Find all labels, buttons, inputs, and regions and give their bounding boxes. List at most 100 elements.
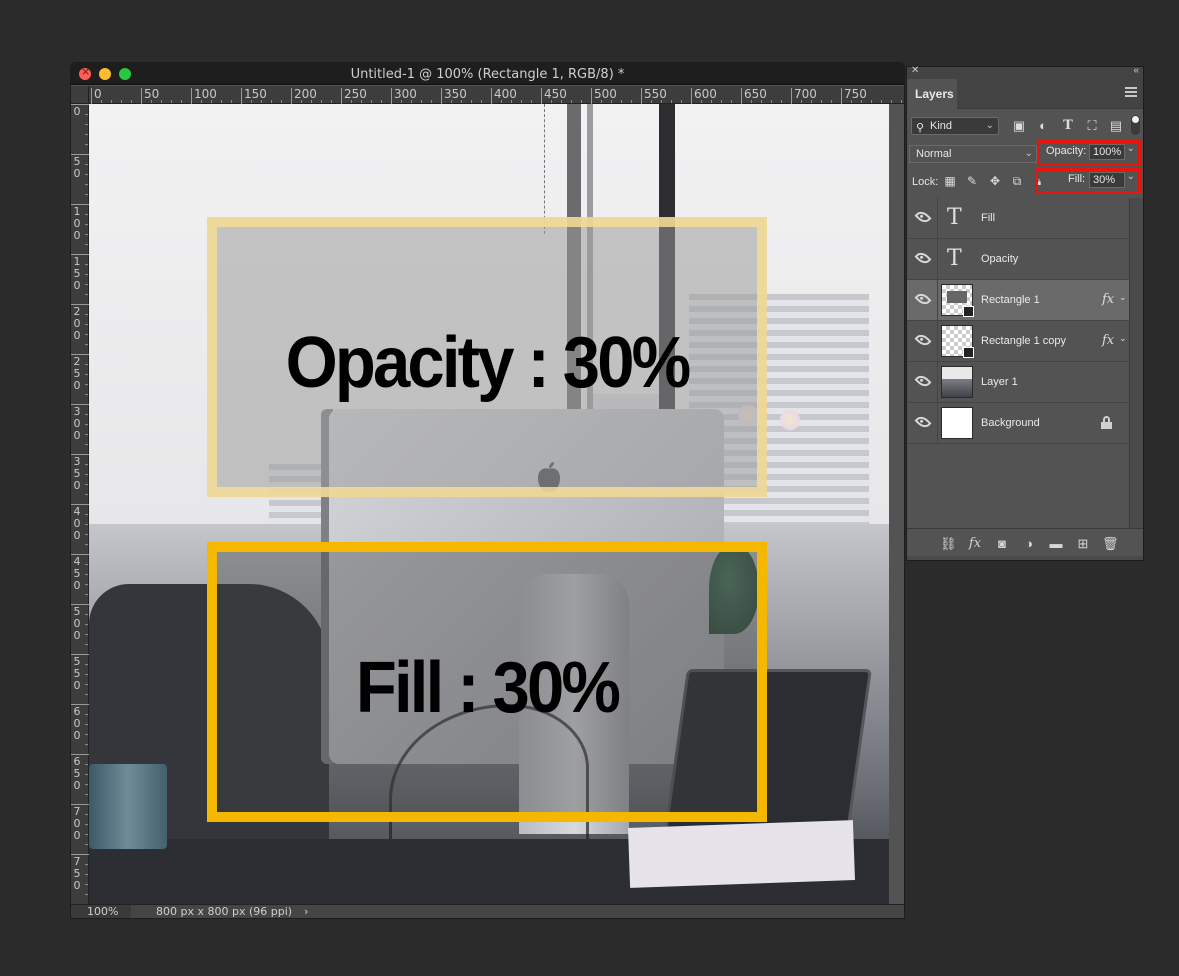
layer-name[interactable]: Layer 1 xyxy=(981,376,1018,388)
layer-row-rectangle-1[interactable]: Rectangle 1 fx ⌄ xyxy=(907,280,1129,321)
layer-effects-icon[interactable]: fx xyxy=(1102,333,1114,348)
collapse-panel-icon[interactable]: « xyxy=(1133,65,1139,76)
panel-tab-row: Layers xyxy=(907,79,1143,109)
background-layer-thumbnail[interactable] xyxy=(941,407,973,439)
link-layers-icon[interactable]: ⛓ xyxy=(940,536,957,552)
layer-effects-icon[interactable]: fx xyxy=(1102,292,1114,307)
panel-footer: ⛓ fx ◙ ◑ ▬ ⊞ 🗑︎ xyxy=(907,528,1143,560)
shape-thumbnail-fill xyxy=(947,291,967,303)
ruler-v-label: 500 xyxy=(73,605,81,642)
new-layer-icon[interactable]: ⊞ xyxy=(1075,536,1091,552)
new-adjustment-layer-icon[interactable]: ◑ xyxy=(1021,536,1037,552)
visibility-eye-icon[interactable] xyxy=(914,290,932,308)
chevron-down-icon[interactable]: ⌄ xyxy=(1119,333,1127,344)
opacity-label: Opacity: xyxy=(1046,145,1087,157)
visibility-eye-icon[interactable] xyxy=(914,372,932,390)
add-layer-style-icon[interactable]: fx xyxy=(967,536,983,552)
ruler-v-label: 750 xyxy=(73,855,81,892)
close-panel-icon[interactable]: ✕ xyxy=(911,65,919,76)
zoom-level[interactable]: 100% xyxy=(71,905,131,918)
layer-row-layer-1[interactable]: Layer 1 xyxy=(907,362,1129,403)
shape-badge-icon xyxy=(963,306,974,317)
ruler-h-label: 700 xyxy=(791,88,817,104)
layer-name[interactable]: Background xyxy=(981,417,1040,429)
visibility-eye-icon[interactable] xyxy=(914,331,932,349)
photo-flower xyxy=(779,409,801,431)
rectangle-opacity-30[interactable]: Opacity : 30% xyxy=(207,217,767,497)
divider xyxy=(937,321,938,362)
shape-badge-icon xyxy=(963,347,974,358)
rectangle-fill-30[interactable]: Fill : 30% xyxy=(207,542,767,822)
chevron-down-icon[interactable]: ⌄ xyxy=(1119,292,1127,303)
blend-mode-value: Normal xyxy=(916,148,952,160)
canvas-text-opacity[interactable]: Opacity : 30% xyxy=(236,322,738,404)
shape-filter-icon[interactable]: ⛶ xyxy=(1084,118,1100,134)
layer-name[interactable]: Fill xyxy=(981,212,995,224)
filter-kind-select[interactable]: ⚲ Kind ⌄ xyxy=(911,117,999,135)
opacity-input[interactable]: 100% xyxy=(1089,144,1125,160)
opacity-slider-arrow-icon[interactable]: ⌄ xyxy=(1127,143,1135,154)
ruler-h-label: 650 xyxy=(741,88,767,104)
ruler-v-label: 200 xyxy=(73,305,81,342)
photo-layer-thumbnail[interactable] xyxy=(941,366,973,398)
vertical-ruler[interactable]: 0 50 100 150 200 250 300 350 400 450 500 550 600 650 7… xyxy=(71,104,89,904)
adjustment-filter-icon[interactable]: ◐ xyxy=(1035,118,1051,134)
lock-icon[interactable] xyxy=(1101,416,1112,429)
layer-name[interactable]: Opacity xyxy=(981,253,1018,265)
ruler-h-label: 750 xyxy=(841,88,867,104)
visibility-eye-icon[interactable] xyxy=(914,413,932,431)
canvas-text-fill[interactable]: Fill : 30% xyxy=(236,647,738,729)
new-group-folder-icon[interactable]: ▬ xyxy=(1048,536,1064,552)
ruler-v-label: 550 xyxy=(73,655,81,692)
ruler-corner[interactable] xyxy=(71,86,89,104)
layer-name[interactable]: Rectangle 1 copy xyxy=(981,335,1066,347)
lock-image-pixels-brush-icon[interactable]: ✎ xyxy=(965,174,979,188)
status-menu-arrow[interactable]: › xyxy=(304,905,308,918)
layers-panel: ✕ « Layers ⚲ Kind ⌄ ▣ ◐ T ⛶ ▤ Normal ⌄ O… xyxy=(906,65,1144,561)
fill-input[interactable]: 30% xyxy=(1089,172,1125,188)
shape-layer-thumbnail[interactable] xyxy=(941,284,974,317)
ruler-v-label: 50 xyxy=(73,155,81,180)
layer-row-background[interactable]: Background xyxy=(907,403,1129,444)
chevron-down-icon: ⌄ xyxy=(985,120,994,131)
delete-layer-trash-icon[interactable]: 🗑︎ xyxy=(1102,536,1119,552)
blend-row: Normal ⌄ Opacity: 100% ⌄ xyxy=(909,140,1141,166)
ruler-h-label: 250 xyxy=(341,88,367,104)
tab-layers[interactable]: Layers xyxy=(907,79,957,109)
guide-line[interactable] xyxy=(544,104,545,234)
blend-mode-select[interactable]: Normal ⌄ xyxy=(909,145,1037,163)
ruler-v-label: 150 xyxy=(73,255,81,292)
filter-toggle-switch[interactable] xyxy=(1131,115,1140,135)
horizontal-ruler[interactable]: 0 50 100 150 200 250 300 350 400 450 500 550 600 650 7… xyxy=(89,86,904,104)
fill-highlight-box: Fill: 30% ⌄ xyxy=(1035,168,1141,194)
layer-row-opacity[interactable]: T Opacity xyxy=(907,239,1129,280)
ruler-v-label: 300 xyxy=(73,405,81,442)
panel-menu-icon[interactable] xyxy=(1125,87,1137,97)
ruler-h-label: 50 xyxy=(141,88,159,104)
smart-object-filter-icon[interactable]: ▤ xyxy=(1108,118,1124,134)
type-filter-icon[interactable]: T xyxy=(1060,118,1076,134)
fill-slider-arrow-icon[interactable]: ⌄ xyxy=(1127,171,1135,182)
ruler-h-label: 150 xyxy=(241,88,267,104)
lock-position-move-icon[interactable]: ✥ xyxy=(988,174,1002,188)
layer-row-fill[interactable]: T Fill xyxy=(907,198,1129,239)
ruler-h-label: 500 xyxy=(591,88,617,104)
pixel-filter-icon[interactable]: ▣ xyxy=(1011,118,1027,134)
layer-name[interactable]: Rectangle 1 xyxy=(981,294,1040,306)
add-mask-icon[interactable]: ◙ xyxy=(994,536,1010,552)
document-canvas[interactable]: Opacity : 30% Fill : 30% xyxy=(89,104,889,904)
visibility-eye-icon[interactable] xyxy=(914,208,932,226)
layer-row-rectangle-1-copy[interactable]: Rectangle 1 copy fx ⌄ xyxy=(907,321,1129,362)
ruler-h-label: 600 xyxy=(691,88,717,104)
panel-resize-grip[interactable] xyxy=(907,556,1143,560)
visibility-eye-icon[interactable] xyxy=(914,249,932,267)
chevron-down-icon: ⌄ xyxy=(1024,148,1033,159)
layer-filter-row: ⚲ Kind ⌄ ▣ ◐ T ⛶ ▤ xyxy=(911,115,1141,137)
document-titlebar: Untitled-1 @ 100% (Rectangle 1, RGB/8) * xyxy=(71,63,904,85)
shape-layer-thumbnail[interactable] xyxy=(941,325,974,358)
lock-transparent-pixels-icon[interactable]: ▦ xyxy=(943,174,957,188)
fill-label: Fill: xyxy=(1068,173,1086,185)
ruler-v-label: 350 xyxy=(73,455,81,492)
lock-artboard-icon[interactable]: ⧉ xyxy=(1010,174,1024,188)
layers-scrollbar[interactable] xyxy=(1129,198,1143,528)
